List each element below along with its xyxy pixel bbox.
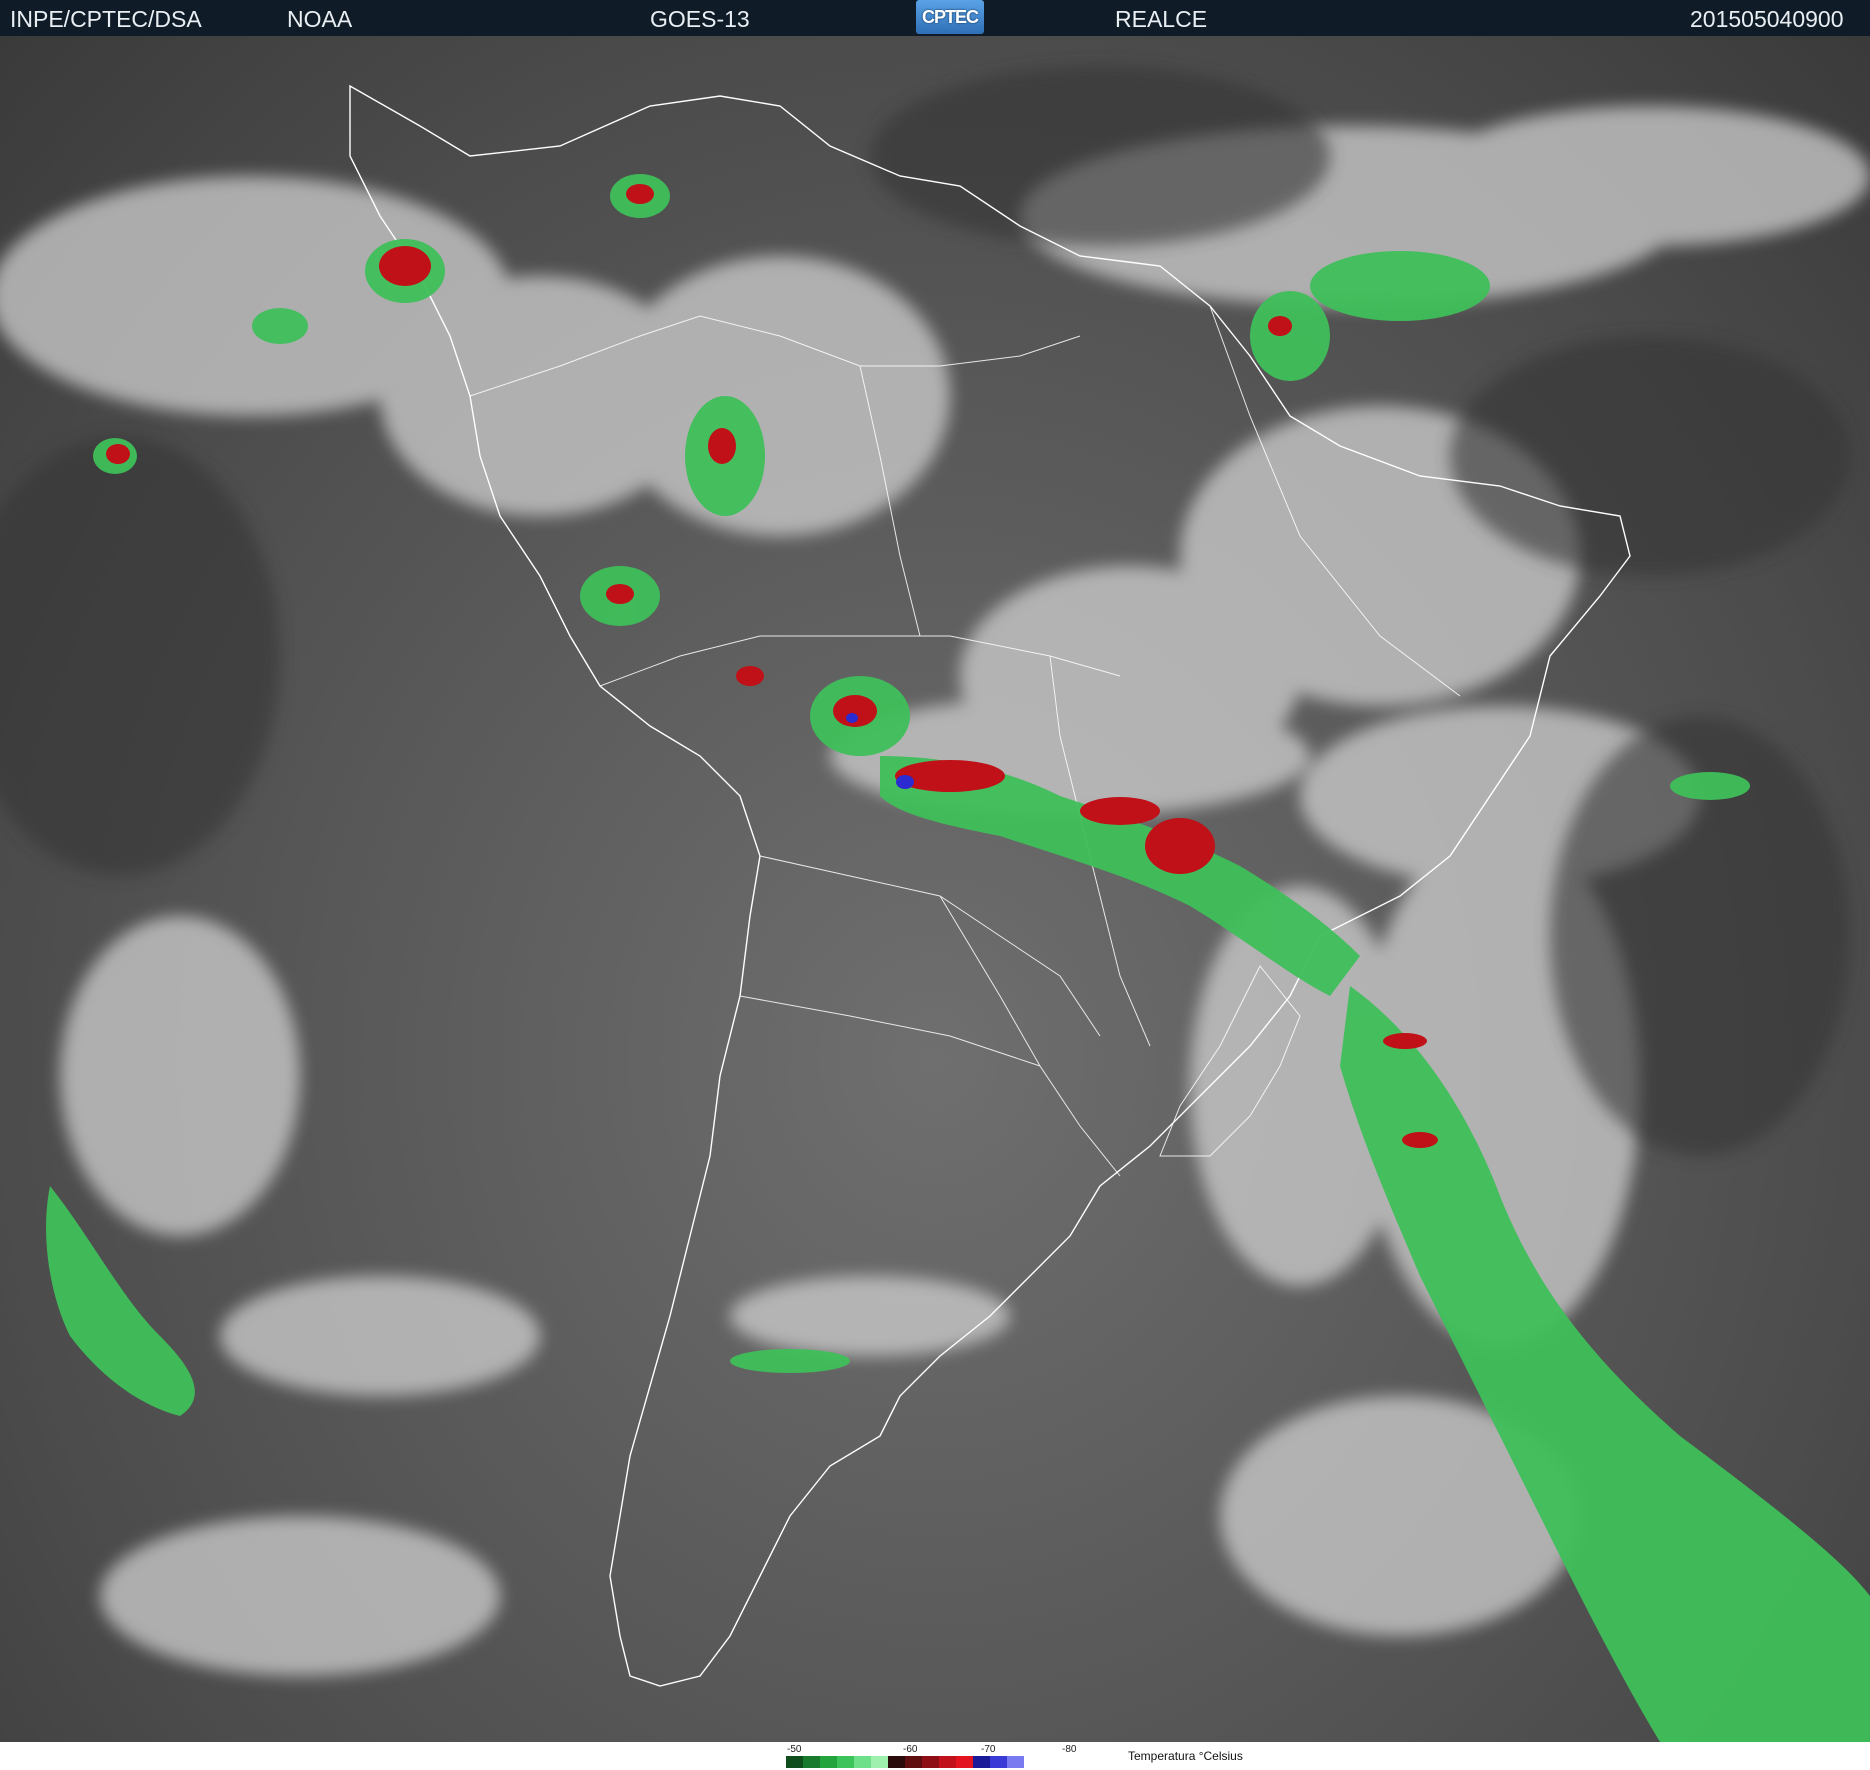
institution-label: INPE/CPTEC/DSA bbox=[10, 6, 202, 32]
legend-swatch bbox=[871, 1756, 888, 1768]
legend-swatch bbox=[905, 1756, 922, 1768]
product-label: REALCE bbox=[1115, 6, 1208, 32]
legend-color-scale bbox=[786, 1756, 1024, 1768]
legend-swatch bbox=[888, 1756, 905, 1768]
cptec-logo: CPTEC bbox=[916, 0, 984, 34]
satellite-svg bbox=[0, 66, 1870, 1742]
satellite-image bbox=[0, 36, 1870, 1742]
legend-swatch bbox=[973, 1756, 990, 1768]
legend-swatch bbox=[1007, 1756, 1024, 1768]
legend-swatch bbox=[854, 1756, 871, 1768]
legend-tick: -50 bbox=[787, 1744, 802, 1755]
legend-swatch bbox=[939, 1756, 956, 1768]
temperature-legend: -50 -60 -70 -80 Temperatura °Celsius bbox=[0, 1742, 1870, 1770]
legend-swatch bbox=[956, 1756, 973, 1768]
legend-tick: -60 bbox=[903, 1744, 918, 1755]
agency-label: NOAA bbox=[287, 6, 353, 32]
legend-swatch bbox=[922, 1756, 939, 1768]
legend-swatch bbox=[837, 1756, 854, 1768]
timestamp-label: 201505040900 bbox=[1690, 6, 1844, 32]
legend-swatch bbox=[803, 1756, 820, 1768]
logo-text: CPTEC bbox=[921, 6, 979, 27]
legend-title: Temperatura °Celsius bbox=[1128, 1749, 1243, 1763]
header-bar: INPE/CPTEC/DSA NOAA GOES-13 CPTEC REALCE… bbox=[0, 0, 1870, 36]
legend-swatch bbox=[990, 1756, 1007, 1768]
satellite-label: GOES-13 bbox=[650, 6, 750, 32]
legend-swatch bbox=[820, 1756, 837, 1768]
legend-swatch bbox=[786, 1756, 803, 1768]
legend-tick: -70 bbox=[981, 1744, 996, 1755]
legend-tick: -80 bbox=[1062, 1744, 1077, 1755]
